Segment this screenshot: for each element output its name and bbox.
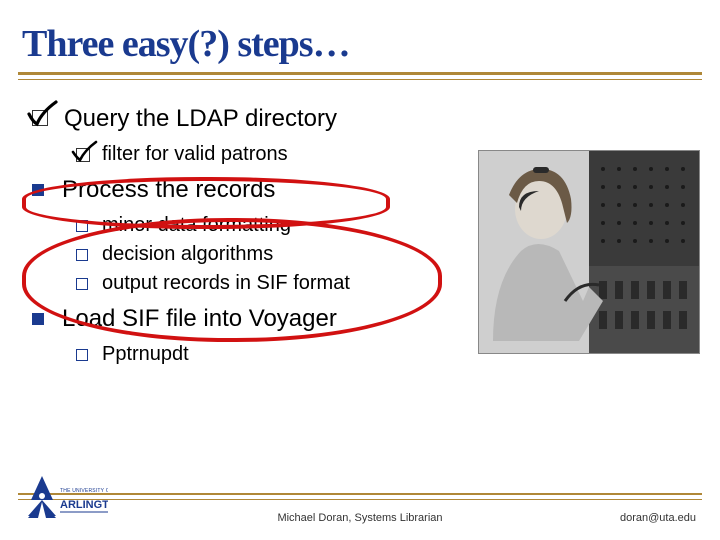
footer-line [18,493,702,500]
step-2-sub-2-label: decision algorithms [102,243,273,266]
logo-line2: ARLINGTON [60,499,108,511]
step-3-label: Load SIF file into Voyager [62,305,337,333]
step-1-sub-1-label: filter for valid patrons [102,143,288,166]
open-square-bullet-icon [76,349,88,361]
open-square-bullet-icon [76,278,88,290]
step-2-sub-1-label: minor data formatting [102,214,291,237]
open-square-bullet-icon [76,249,88,261]
title-underline [18,72,702,80]
square-bullet-icon [32,313,44,325]
footer-author: Michael Doran, Systems Librarian [0,512,720,524]
uta-logo: THE UNIVERSITY OF TEXAS ARLINGTON [24,474,108,530]
photo-switchboard-operator [478,150,700,354]
step-2-sub-3-label: output records in SIF format [102,272,350,295]
step-1-label: Query the LDAP directory [64,105,337,133]
step-2-label: Process the records [62,176,275,204]
check-icon [32,110,50,128]
square-bullet-icon [32,184,44,196]
logo-line1: THE UNIVERSITY OF TEXAS [60,488,108,494]
open-square-bullet-icon [76,220,88,232]
slide-title: Three easy(?) steps… [22,22,350,66]
check-icon [76,148,90,162]
step-1: Query the LDAP directory [32,105,592,133]
step-3-sub-1-label: Pptrnupdt [102,343,189,366]
footer-email: doran@uta.edu [620,512,696,524]
